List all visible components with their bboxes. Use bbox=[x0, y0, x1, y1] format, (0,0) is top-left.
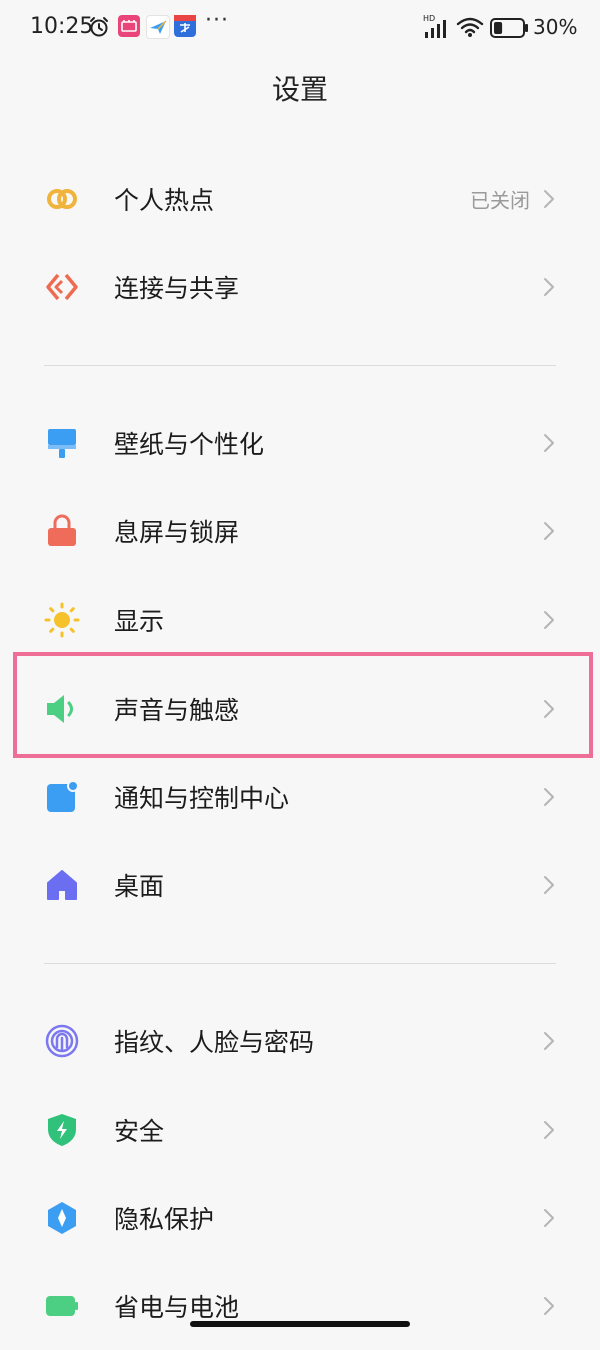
chevron-right-icon bbox=[544, 876, 554, 894]
settings-item-value: 已关闭 bbox=[470, 188, 530, 213]
chevron-right-icon bbox=[544, 1121, 554, 1139]
chevron-right-icon bbox=[544, 788, 554, 806]
home-icon bbox=[47, 870, 77, 900]
settings-item-notifications[interactable]: 通知与控制中心 bbox=[0, 753, 600, 841]
chevron-right-icon bbox=[544, 1209, 554, 1227]
settings-item-battery[interactable]: 省电与电池 bbox=[0, 1262, 600, 1350]
chevron-right-icon bbox=[544, 190, 554, 208]
settings-item-label: 安全 bbox=[114, 1117, 165, 1146]
app-notification-icon-1 bbox=[118, 15, 140, 37]
section-divider bbox=[44, 365, 556, 366]
wallpaper-brush-icon bbox=[48, 429, 76, 458]
settings-item-connection-sharing[interactable]: 连接与共享 bbox=[0, 243, 600, 331]
chevron-right-icon bbox=[544, 1032, 554, 1050]
settings-item-security[interactable]: 安全 bbox=[0, 1086, 600, 1174]
alarm-clock-icon bbox=[90, 17, 108, 37]
settings-item-hotspot[interactable]: 个人热点 已关闭 bbox=[0, 155, 600, 243]
settings-item-label: 显示 bbox=[114, 607, 165, 636]
chevron-right-icon bbox=[544, 434, 554, 452]
page-title: 设置 bbox=[271, 73, 328, 106]
settings-item-label: 息屏与锁屏 bbox=[114, 518, 240, 547]
battery-level-fill bbox=[494, 22, 503, 34]
battery-percent: 30% bbox=[533, 15, 578, 39]
settings-item-desktop[interactable]: 桌面 bbox=[0, 841, 600, 929]
home-indicator-bar[interactable] bbox=[190, 1321, 410, 1327]
overflow-icon: ··· bbox=[205, 8, 229, 33]
settings-item-label: 省电与电池 bbox=[114, 1293, 240, 1322]
shield-bolt-icon bbox=[48, 1114, 76, 1146]
privacy-icon bbox=[48, 1202, 76, 1234]
wifi-icon bbox=[456, 17, 484, 37]
chevron-right-icon bbox=[544, 278, 554, 296]
chevron-right-icon bbox=[544, 522, 554, 540]
app-notification-icon-2 bbox=[146, 15, 170, 39]
hd-badge: HD bbox=[423, 14, 435, 23]
connection-share-icon bbox=[46, 273, 78, 301]
fingerprint-icon bbox=[45, 1024, 79, 1058]
settings-item-display[interactable]: 显示 bbox=[0, 576, 600, 664]
app-notification-icon-3 bbox=[174, 15, 196, 37]
sun-icon bbox=[44, 602, 80, 638]
hotspot-icon bbox=[47, 189, 77, 209]
cellular-signal-icon: HD bbox=[423, 14, 446, 38]
settings-item-wallpaper[interactable]: 壁纸与个性化 bbox=[0, 399, 600, 487]
settings-item-label: 隐私保护 bbox=[114, 1205, 215, 1234]
settings-item-label: 连接与共享 bbox=[114, 274, 240, 303]
battery-icon bbox=[46, 1296, 78, 1316]
settings-item-label: 通知与控制中心 bbox=[114, 784, 290, 813]
speaker-icon bbox=[47, 695, 73, 723]
settings-item-fingerprint[interactable]: 指纹、人脸与密码 bbox=[0, 997, 600, 1085]
chevron-right-icon bbox=[544, 700, 554, 718]
status-bar: 10:25 ··· HD 30% bbox=[0, 0, 600, 60]
notification-icon bbox=[47, 780, 79, 812]
section-divider bbox=[44, 963, 556, 964]
lock-icon bbox=[48, 514, 76, 546]
chevron-right-icon bbox=[544, 611, 554, 629]
chevron-right-icon bbox=[544, 1297, 554, 1315]
settings-item-label: 指纹、人脸与密码 bbox=[114, 1028, 315, 1057]
settings-item-lock-screen[interactable]: 息屏与锁屏 bbox=[0, 487, 600, 575]
settings-item-label: 声音与触感 bbox=[114, 696, 240, 725]
settings-item-label: 桌面 bbox=[114, 872, 165, 901]
settings-item-sound[interactable]: 声音与触感 bbox=[0, 665, 600, 753]
status-time: 10:25 bbox=[30, 14, 94, 39]
settings-item-label: 壁纸与个性化 bbox=[114, 430, 265, 459]
settings-item-privacy[interactable]: 隐私保护 bbox=[0, 1174, 600, 1262]
settings-item-label: 个人热点 bbox=[114, 186, 215, 215]
battery-status-icon bbox=[490, 18, 528, 38]
